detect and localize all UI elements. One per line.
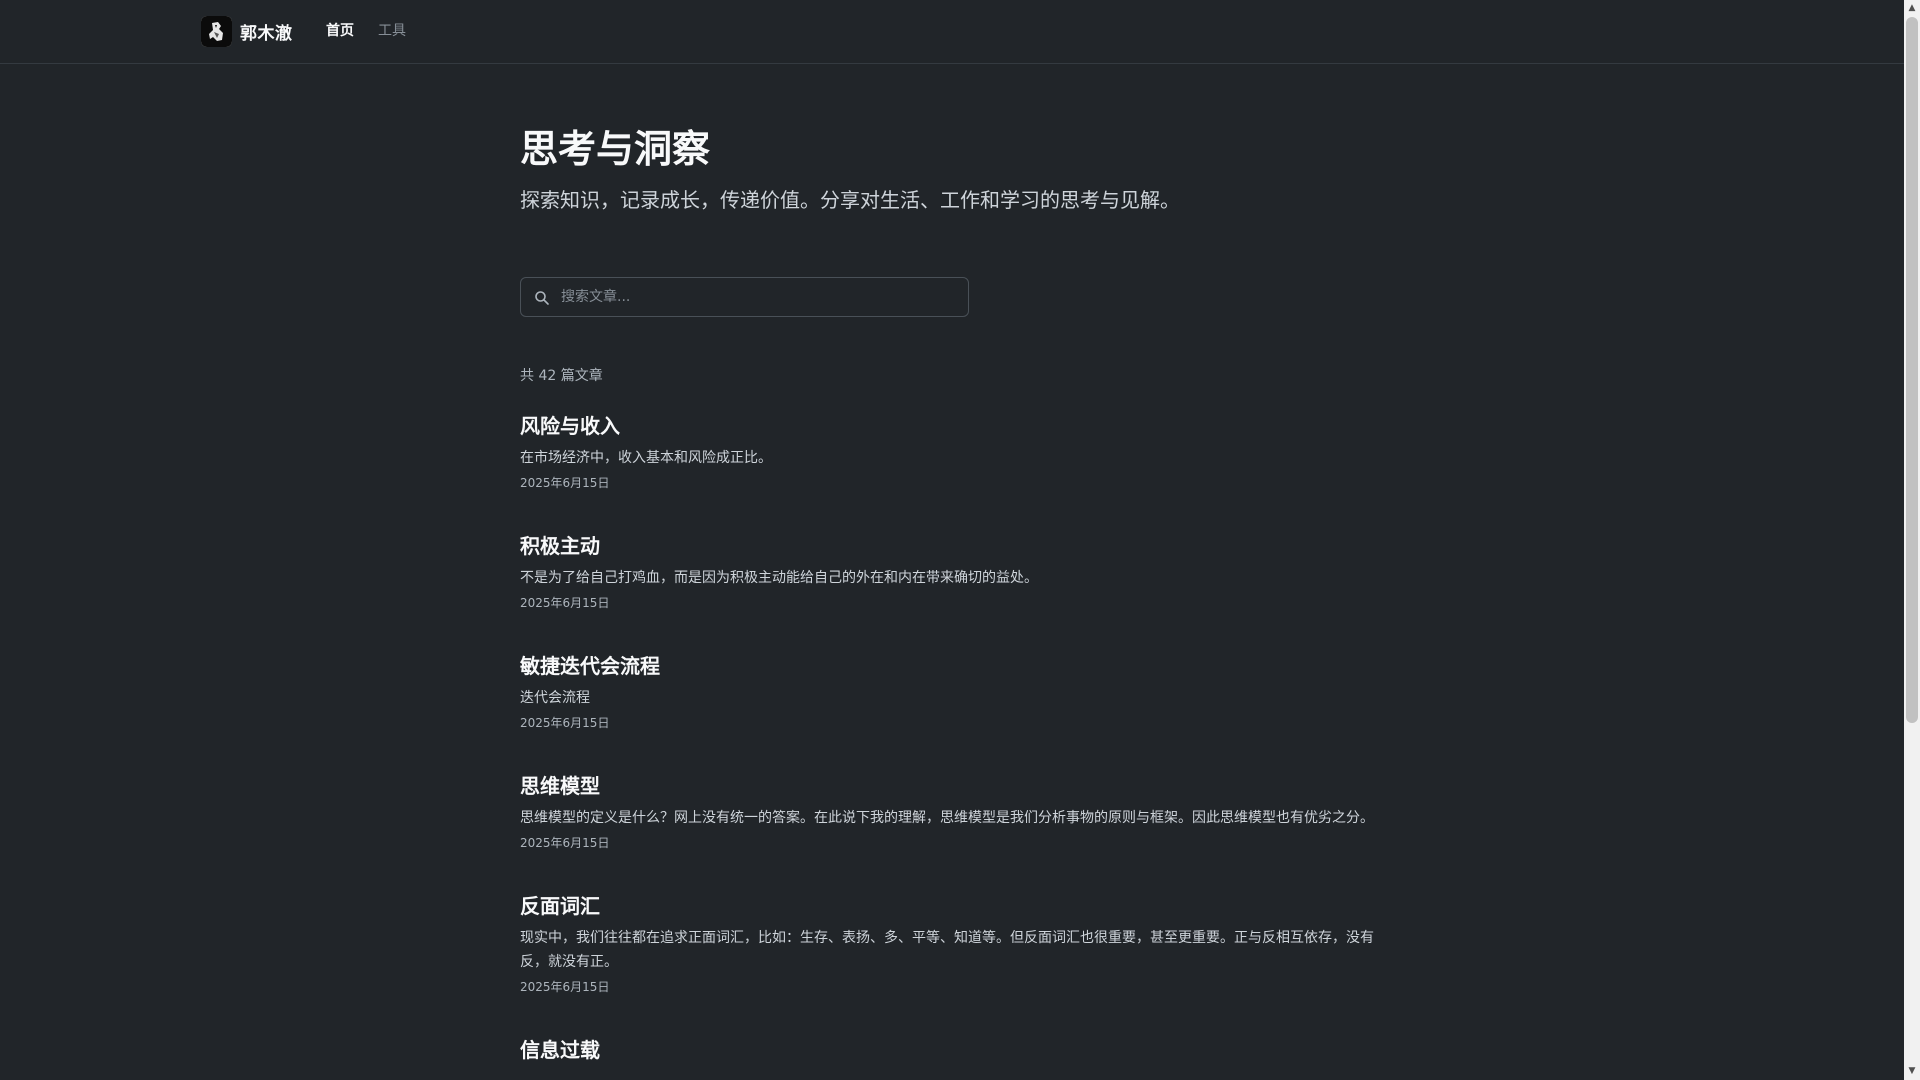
post-item: 敏捷迭代会流程 迭代会流程 2025年6月15日 (520, 652, 1380, 733)
post-item: 反面词汇 现实中，我们往往都在追求正面词汇，比如：生存、表扬、多、平等、知道等。… (520, 892, 1380, 997)
post-date: 2025年6月15日 (520, 596, 610, 610)
post-excerpt: 思维模型的定义是什么？网上没有统一的答案。在此说下我的理解，思维模型是我们分析事… (520, 810, 1374, 826)
search-input[interactable] (561, 278, 961, 316)
page: 郭木澈 首页 工具 思考与洞察 探索知识，记录成长，传递价值。分享对生活、工作和… (0, 0, 1920, 1080)
post-title-link[interactable]: 信息过载 (520, 1036, 1380, 1064)
page-subtitle: 探索知识，记录成长，传递价值。分享对生活、工作和学习的思考与见解。 (520, 188, 1180, 212)
page-scrollbar[interactable]: ▲ ▼ (1904, 0, 1920, 1080)
logo-icon (201, 16, 232, 47)
navbar: 郭木澈 首页 工具 (0, 0, 1904, 64)
search-box (520, 277, 969, 317)
post-item: 风险与收入 在市场经济中，收入基本和风险成正比。 2025年6月15日 (520, 412, 1380, 493)
post-date: 2025年6月15日 (520, 476, 610, 490)
post-excerpt: 在市场经济中，收入基本和风险成正比。 (520, 450, 772, 466)
post-excerpt: 不是为了给自己打鸡血，而是因为积极主动能给自己的外在和内在带来确切的益处。 (520, 570, 1038, 586)
search-icon (535, 291, 549, 305)
scroll-down-arrow-icon[interactable]: ▼ (1904, 1063, 1920, 1080)
post-title-link[interactable]: 反面词汇 (520, 892, 1380, 920)
post-title-link[interactable]: 风险与收入 (520, 412, 1380, 440)
main-nav: 首页 工具 (326, 20, 406, 40)
scroll-up-arrow-icon[interactable]: ▲ (1904, 0, 1920, 17)
post-item: 信息过载 (520, 1036, 1380, 1070)
post-title-link[interactable]: 敏捷迭代会流程 (520, 652, 1380, 680)
site-name: 郭木澈 (240, 24, 293, 44)
post-excerpt: 现实中，我们往往都在追求正面词汇，比如：生存、表扬、多、平等、知道等。但反面词汇… (520, 930, 1374, 970)
scrollbar-thumb[interactable] (1906, 17, 1918, 723)
post-item: 思维模型 思维模型的定义是什么？网上没有统一的答案。在此说下我的理解，思维模型是… (520, 772, 1380, 853)
post-item: 积极主动 不是为了给自己打鸡血，而是因为积极主动能给自己的外在和内在带来确切的益… (520, 532, 1380, 613)
post-excerpt: 迭代会流程 (520, 690, 590, 706)
post-date: 2025年6月15日 (520, 836, 610, 850)
nav-home[interactable]: 首页 (326, 20, 354, 40)
post-title-link[interactable]: 积极主动 (520, 532, 1380, 560)
page-title: 思考与洞察 (520, 127, 711, 171)
post-date: 2025年6月15日 (520, 716, 610, 730)
post-date: 2025年6月15日 (520, 980, 610, 994)
post-count: 共 42 篇文章 (520, 368, 603, 384)
nav-tools[interactable]: 工具 (378, 20, 406, 40)
post-title-link[interactable]: 思维模型 (520, 772, 1380, 800)
brand-link[interactable]: 郭木澈 (201, 16, 293, 47)
